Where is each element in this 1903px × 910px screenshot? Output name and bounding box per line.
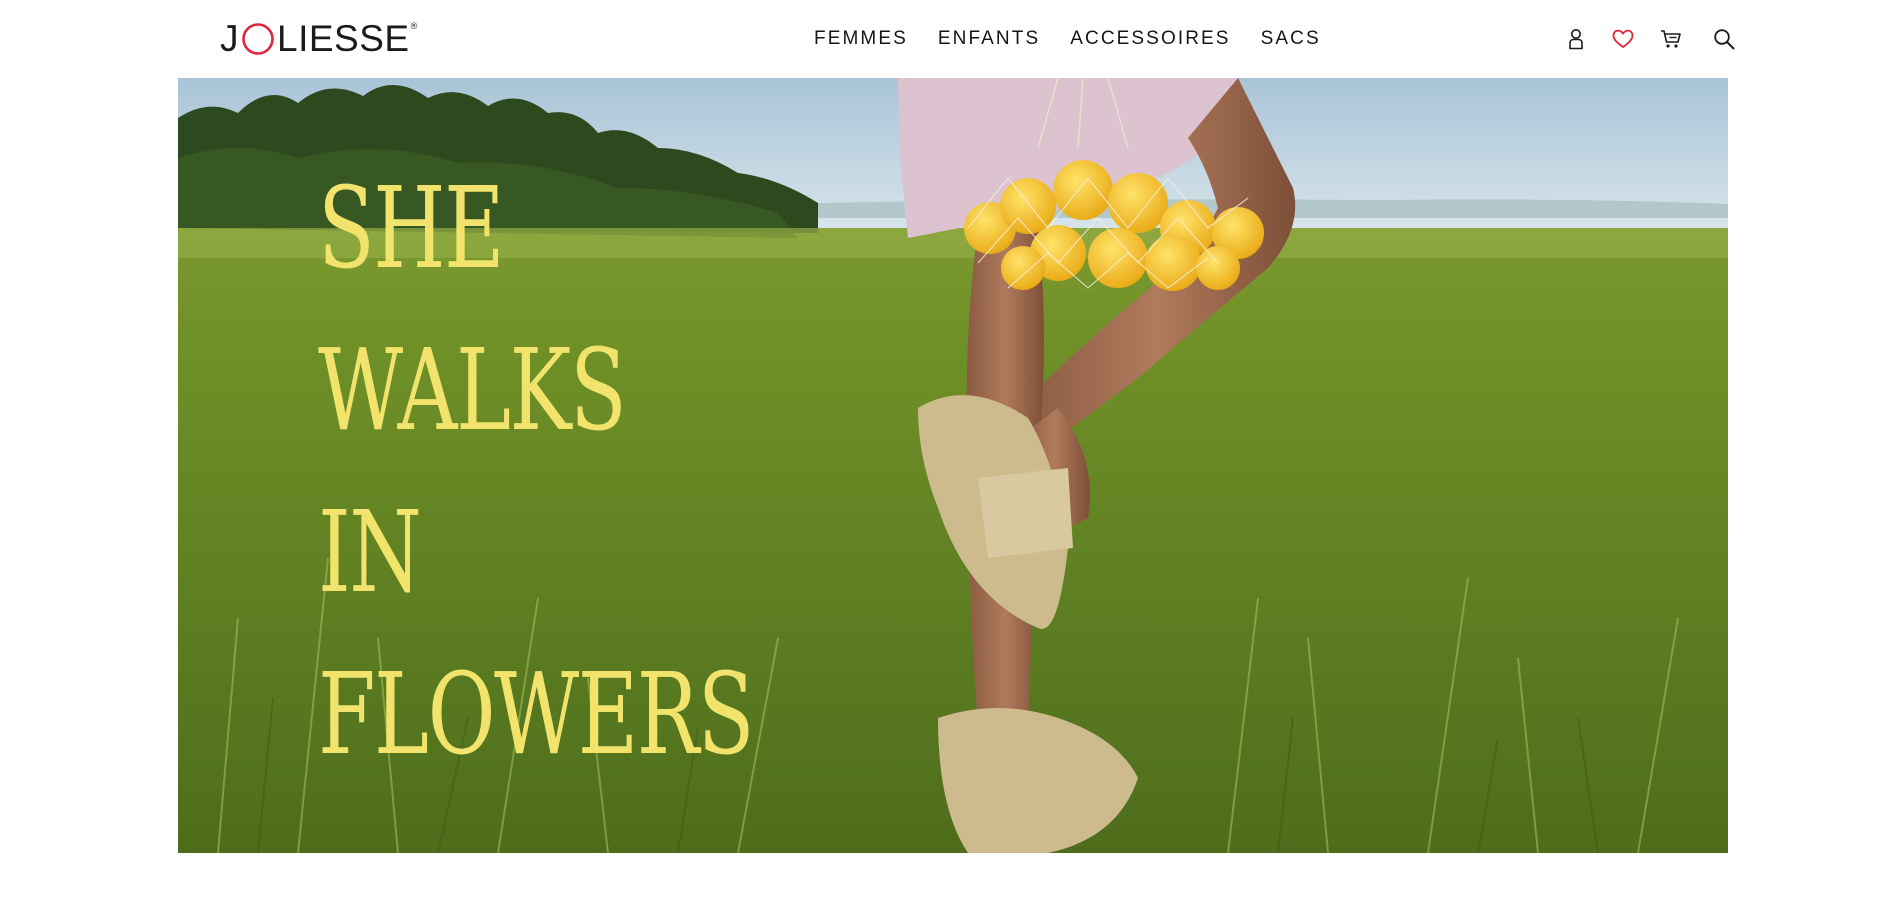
- wishlist-button[interactable]: [1611, 27, 1635, 51]
- logo-text-rest: LIESSE: [277, 18, 410, 59]
- search-button[interactable]: [1712, 27, 1736, 51]
- nav-item-femmes[interactable]: FEMMES: [814, 27, 908, 51]
- headline-line-4: FLOWERS: [318, 650, 754, 780]
- site-header: J LIESSE ® FEMMES ENFANTS ACCESSOIRES SA…: [0, 0, 1903, 78]
- nav-item-accessoires[interactable]: ACCESSOIRES: [1070, 27, 1230, 51]
- nav-item-enfants[interactable]: ENFANTS: [938, 27, 1040, 51]
- logo-letter-j: J: [220, 18, 239, 59]
- cart-button[interactable]: [1659, 27, 1683, 51]
- registered-mark: ®: [410, 21, 418, 31]
- brand-logo[interactable]: J LIESSE ®: [220, 18, 418, 60]
- headline-line-1: SHE: [318, 164, 505, 294]
- headline-line-2: WALKS: [318, 326, 627, 456]
- search-icon: [1714, 29, 1735, 50]
- user-icon: [1569, 29, 1583, 50]
- headline-line-3: IN: [318, 488, 422, 618]
- hero-headline: SHE WALKS IN FLOWERS: [318, 148, 906, 796]
- hero-banner[interactable]: SHE WALKS IN FLOWERS: [178, 78, 1728, 853]
- heart-icon: [1612, 29, 1634, 48]
- cart-icon: [1661, 30, 1681, 48]
- account-button[interactable]: [1564, 27, 1588, 51]
- main-nav: FEMMES ENFANTS ACCESSOIRES SACS: [814, 27, 1321, 51]
- nav-item-sacs[interactable]: SACS: [1261, 27, 1321, 51]
- logo-o-ring-icon: [241, 22, 275, 56]
